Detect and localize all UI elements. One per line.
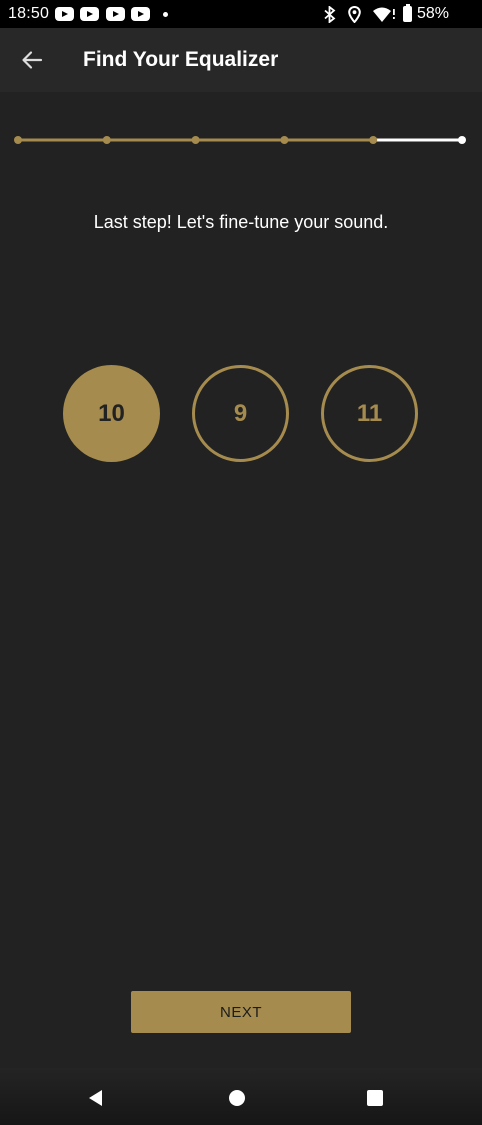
option-label: 10	[98, 399, 125, 427]
nav-back-button[interactable]	[78, 1080, 114, 1116]
location-icon	[348, 6, 361, 23]
youtube-icon	[106, 7, 125, 21]
progress-step-dot	[458, 136, 466, 144]
next-button[interactable]: NEXT	[131, 991, 351, 1033]
back-triangle-icon	[89, 1090, 102, 1106]
option-label: 11	[356, 399, 383, 427]
navigation-bar	[0, 1068, 482, 1125]
home-circle-icon	[229, 1090, 245, 1106]
youtube-icon	[80, 7, 99, 21]
status-time: 18:50	[8, 5, 50, 22]
nav-home-button[interactable]	[219, 1080, 255, 1116]
youtube-icon	[55, 7, 74, 21]
youtube-icon	[131, 7, 150, 21]
progress-step-dot	[280, 136, 289, 144]
battery-icon	[403, 4, 412, 22]
recents-square-icon	[367, 1090, 383, 1106]
arrow-left-icon	[22, 51, 43, 69]
back-button[interactable]	[12, 40, 52, 80]
app-bar: Find Your Equalizer	[0, 28, 482, 92]
instruction-text: Last step! Let's fine-tune your sound.	[93, 212, 389, 232]
bluetooth-icon	[324, 6, 336, 23]
option-button[interactable]: 11	[321, 365, 418, 462]
dot-icon	[163, 12, 168, 17]
status-bar: 18:50 58%	[0, 0, 482, 28]
progress-step-dot	[14, 136, 22, 144]
progress-step-dot	[102, 136, 111, 144]
nav-recents-button[interactable]	[357, 1080, 393, 1116]
progress-step-dot	[191, 136, 200, 144]
progress-stepper	[14, 136, 466, 144]
option-label: 9	[233, 399, 248, 427]
wifi-icon	[373, 7, 395, 22]
battery-percentage: 58%	[417, 5, 450, 22]
option-button[interactable]: 10	[63, 365, 160, 462]
option-button[interactable]: 9	[192, 365, 289, 462]
progress-step-dot	[369, 136, 378, 144]
page-title: Find Your Equalizer	[83, 48, 279, 71]
